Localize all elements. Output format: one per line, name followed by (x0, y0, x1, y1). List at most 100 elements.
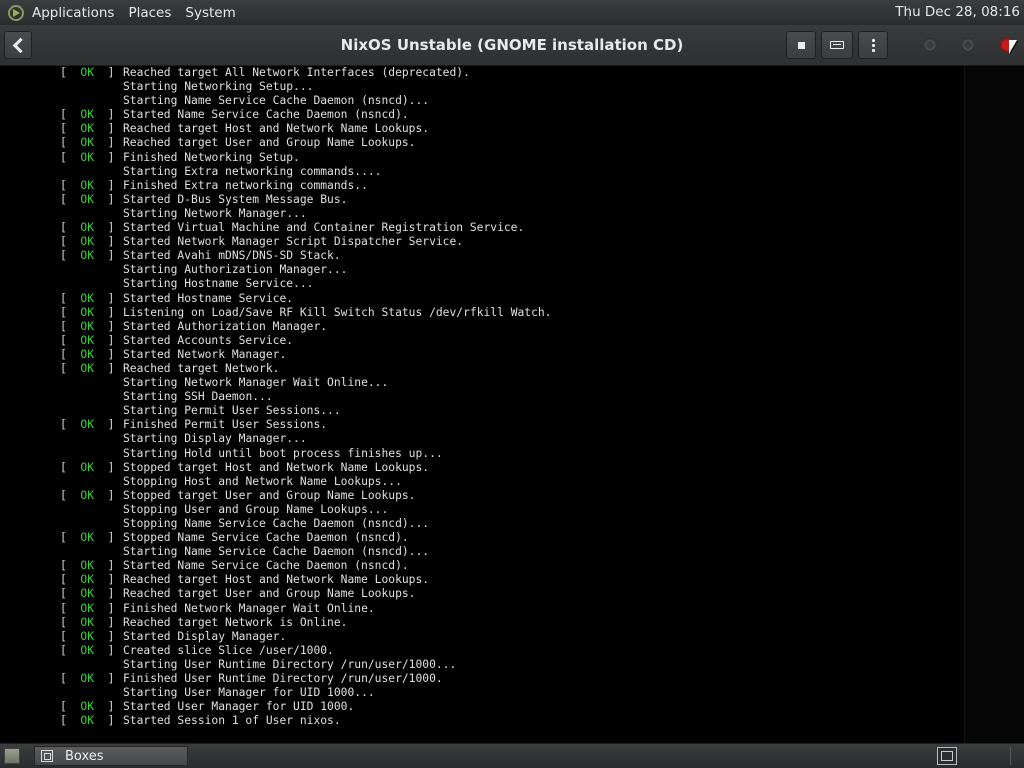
back-arrow-icon (12, 37, 28, 53)
log-line: [ OK ] Reached target Network. (60, 362, 552, 376)
ok-status: OK (80, 178, 95, 192)
ok-status: OK (80, 559, 95, 573)
ok-status: OK (80, 361, 95, 375)
log-text: Load/Save RF Kill Switch Status /dev/rfk… (211, 305, 552, 319)
log-line: Starting Name Service Cache Daemon (nsnc… (60, 545, 552, 559)
log-verb: Stopping (123, 502, 178, 516)
log-text: User Runtime Directory /run/user/1000... (184, 657, 457, 671)
log-line: [ OK ] Stopped target User and Group Name… (60, 489, 552, 503)
log-verb: Started (123, 192, 171, 206)
log-status: [ OK ] (60, 601, 115, 615)
log-text: User and Group Name Lookups. (225, 488, 416, 502)
vm-console[interactable]: [ OK ] Reached target All Network Interfa… (0, 66, 964, 743)
log-verb: Starting (123, 446, 178, 460)
log-line: [ OK ] Started Network Manager. (60, 348, 552, 362)
gnome-foot-icon[interactable] (8, 4, 24, 21)
log-verb: Starting (123, 206, 178, 220)
log-line: [ OK ] Reached target User and Group Name… (60, 136, 552, 150)
back-button[interactable] (4, 31, 32, 59)
log-line: Starting SSH Daemon... (60, 390, 552, 404)
show-desktop-button[interactable] (4, 748, 20, 764)
log-verb: Started (123, 333, 171, 347)
log-status: [ OK ] (60, 305, 115, 319)
log-text: Slice /user/1000. (218, 643, 334, 657)
log-line: [ OK ] Finished Permit User Sessions. (60, 418, 552, 432)
log-line: [ OK ] Finished Network Manager Wait Onli… (60, 602, 552, 616)
log-text: Extra networking commands.. (184, 178, 368, 192)
log-text: Name Service Cache Daemon (nsncd)... (184, 517, 430, 530)
log-verb: Reached target (123, 615, 219, 629)
log-text: Networking Setup. (184, 150, 300, 164)
log-verb: Starting (123, 404, 178, 418)
menu-dot-icon (871, 38, 875, 42)
ok-status: OK (80, 235, 95, 249)
log-verb: Stopped (123, 531, 171, 545)
send-keys-button[interactable] (821, 31, 853, 59)
ok-status: OK (80, 601, 95, 615)
log-verb: Starting (123, 545, 178, 559)
log-verb: Stopping (123, 474, 178, 488)
log-text: Display Manager. (177, 629, 287, 643)
log-text: Name Service Cache Daemon (nsncd). (177, 108, 409, 122)
menu-dot-icon (871, 48, 875, 52)
log-verb: Starting (123, 376, 178, 390)
ok-status: OK (80, 672, 95, 686)
log-verb: Started (123, 235, 171, 249)
applications-menu[interactable]: Applications (32, 5, 114, 21)
log-status: [ OK ] (60, 221, 115, 235)
taskbar-item-label: Boxes (65, 748, 104, 764)
log-text: Host and Network Name Lookups. (225, 460, 430, 474)
log-line: [ OK ] Started D-Bus System Message Bus. (60, 193, 552, 207)
keyboard-icon (830, 41, 844, 49)
log-verb: Finished (123, 150, 178, 164)
log-verb: Reached target (123, 66, 219, 79)
log-line: [ OK ] Started Session 1 of User nixos. (60, 714, 552, 728)
log-text: Name Service Cache Daemon (nsncd). (177, 531, 409, 545)
log-status: [ OK ] (60, 192, 115, 206)
log-text: User and Group Name Lookups. (225, 136, 416, 150)
log-verb: Started (123, 629, 171, 643)
log-verb: Started (123, 700, 171, 714)
force-shutdown-button[interactable] (786, 31, 816, 59)
log-line: [ OK ] Started Display Manager. (60, 630, 552, 644)
log-verb: Started (123, 559, 171, 573)
log-verb: Stopped target (123, 488, 219, 502)
log-verb: Starting (123, 686, 178, 700)
log-status: [ OK ] (60, 122, 115, 136)
log-line: Starting User Runtime Directory /run/use… (60, 658, 552, 672)
log-line: [ OK ] Started Hostname Service. (60, 292, 552, 306)
minimize-button[interactable] (923, 38, 937, 52)
log-line: [ OK ] Reached target Host and Network Na… (60, 122, 552, 136)
log-status: [ OK ] (60, 700, 115, 714)
stop-icon (797, 41, 805, 49)
taskbar-item-boxes[interactable]: Boxes (34, 746, 188, 766)
log-verb: Created slice (123, 643, 212, 657)
boxes-headerbar: NixOS Unstable (GNOME installation CD) (0, 25, 1024, 66)
log-verb: Starting (123, 80, 178, 94)
log-line: [ OK ] Started Virtual Machine and Contai… (60, 221, 552, 235)
workspace-switcher[interactable] (937, 747, 957, 765)
log-verb: Stopping (123, 517, 178, 530)
system-menu[interactable]: System (185, 5, 235, 21)
log-line: [ OK ] Finished Extra networking commands… (60, 179, 552, 193)
log-line: [ OK ] Started Name Service Cache Daemon … (60, 108, 552, 122)
clock[interactable]: Thu Dec 28, 08:16 (895, 0, 1020, 25)
log-verb: Starting (123, 657, 178, 671)
log-verb: Listening on (123, 305, 205, 319)
ok-status: OK (80, 249, 95, 263)
menu-button[interactable] (858, 31, 888, 59)
console-margin (964, 66, 1024, 743)
log-verb: Reached target (123, 573, 219, 587)
log-status: [ OK ] (60, 66, 115, 79)
log-text: Display Manager... (184, 432, 307, 446)
panel-menus: Applications Places System (32, 0, 250, 25)
log-status: [ OK ] (60, 108, 115, 122)
log-line: [ OK ] Reached target Network is Online. (60, 616, 552, 630)
log-line: Starting Hold until boot process finishe… (60, 447, 552, 461)
log-status: [ OK ] (60, 559, 115, 573)
ok-status: OK (80, 531, 95, 545)
log-text: Permit User Sessions. (184, 418, 328, 432)
places-menu[interactable]: Places (128, 5, 171, 21)
log-line: Starting Name Service Cache Daemon (nsnc… (60, 94, 552, 108)
maximize-button[interactable] (961, 38, 975, 52)
